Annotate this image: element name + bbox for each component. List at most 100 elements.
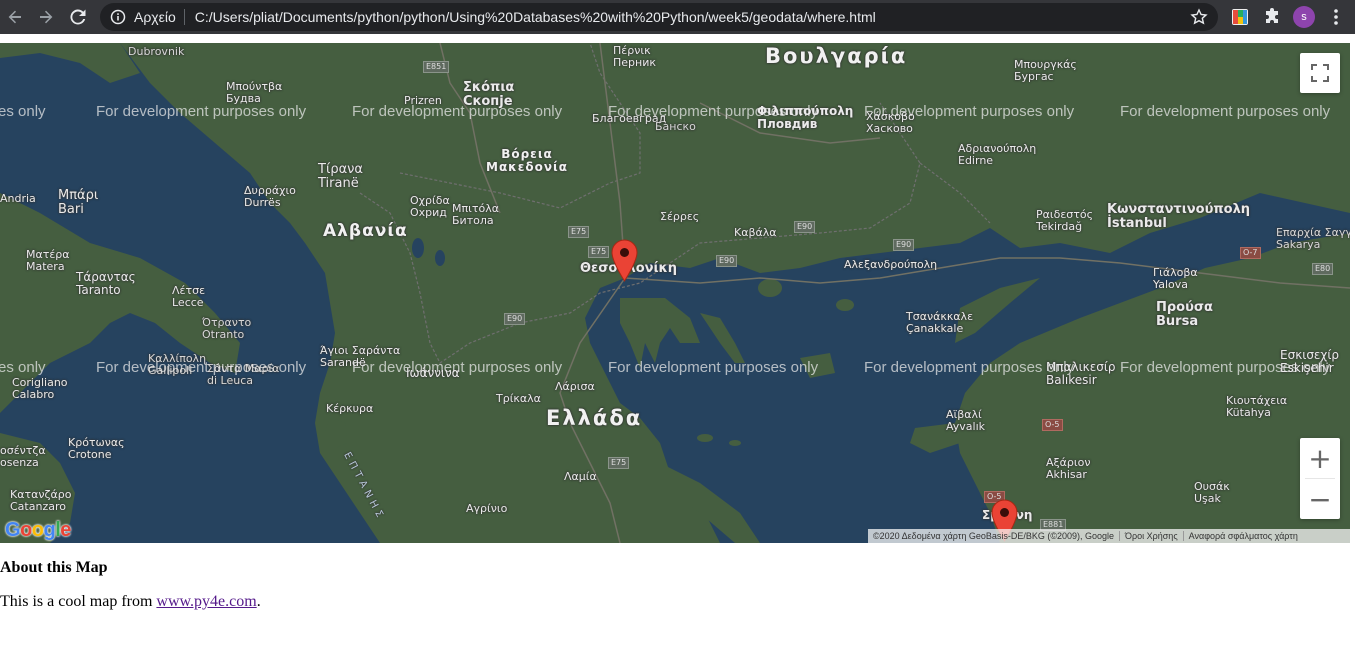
- map-attribution-bar: ©2020 Δεδομένα χάρτη GeoBasis-DE/BKG (©2…: [868, 529, 1350, 543]
- city-label-crotone: Κρότωνας Crotone: [68, 437, 125, 460]
- city-name-greek: Δυρράχιο: [244, 184, 296, 197]
- road-shield: E75: [568, 226, 590, 238]
- city-label-canakkale: Τσανάκκαλε Çanakkale: [906, 311, 973, 334]
- report-map-error-link[interactable]: Αναφορά σφάλματος χάρτη: [1184, 531, 1303, 541]
- dev-watermark: For development purposes only: [352, 103, 563, 120]
- city-name-local: Lecce: [172, 295, 204, 309]
- map-marker-pin-icon[interactable]: [611, 239, 638, 282]
- city-label-catanzaro: Κατανζάρο Catanzaro: [10, 489, 71, 512]
- city-name-greek: Σκόπια: [463, 80, 515, 95]
- city-label-corigliano: Corigliano Calabro: [12, 377, 68, 400]
- city-name-greek: Ότραντο: [202, 316, 252, 329]
- fullscreen-button[interactable]: [1300, 53, 1340, 93]
- zoom-in-button[interactable]: +: [1300, 438, 1340, 478]
- city-label-dubrovnik: Dubrovnik: [128, 45, 185, 58]
- city-name-greek: Μπάρι: [58, 188, 99, 203]
- city-label-lecce: Λέτσε Lecce: [172, 285, 205, 308]
- about-text-suffix: .: [256, 593, 261, 610]
- reload-button[interactable]: [63, 2, 93, 32]
- city-label-lamia: Λαμία: [564, 470, 597, 483]
- city-name-local: Yalova: [1153, 277, 1188, 291]
- city-label-ohrid: Οχρίδα Охрид: [410, 195, 450, 218]
- road-shield: E75: [588, 246, 610, 258]
- city-label-bursa: Προύσα Bursa: [1156, 301, 1213, 328]
- city-name-greek: Τίρανα: [318, 162, 363, 177]
- city-name-local: Otranto: [202, 327, 245, 341]
- city-name-greek: Επαρχία Σαγγάριου: [1276, 226, 1350, 239]
- city-label-yalova: Γιάλοβα Yalova: [1153, 267, 1198, 290]
- region-label-line1: Βόρεια: [501, 147, 553, 161]
- city-label-sakarya: Επαρχία ΣαγγάριουSakarya: [1276, 227, 1350, 250]
- city-name-local: Çanakkale: [906, 321, 964, 335]
- more-menu-icon[interactable]: [1328, 7, 1344, 27]
- road-shield: E90: [716, 255, 738, 267]
- road-shield: O-5: [1042, 419, 1063, 431]
- city-label-matera: Ματέρα Matera: [26, 249, 70, 272]
- city-label-akhisar: Αξάριον Akhisar: [1046, 457, 1091, 480]
- city-label-bari: Μπάρι Bari: [58, 189, 98, 216]
- city-name-greek: Μπιτόλα: [452, 202, 499, 215]
- dev-watermark: For development purposes only: [96, 359, 307, 376]
- address-bar[interactable]: Αρχείο C:/Users/pliat/Documents/python/p…: [100, 3, 1218, 31]
- city-name-local: Taranto: [76, 282, 121, 297]
- city-name-greek: Τσανάκκαλε: [906, 310, 974, 323]
- city-name-greek: Μπουργκάς: [1014, 58, 1077, 71]
- dev-watermark: For development purposes only: [1120, 359, 1331, 376]
- city-name-local: Catanzaro: [10, 499, 66, 513]
- city-label-andria: Andria: [0, 192, 36, 205]
- city-name-greek: Κατανζάρο: [10, 488, 72, 501]
- city-label-taranto: Τάραντας Taranto: [76, 271, 136, 296]
- file-scheme-label[interactable]: Αρχείο: [134, 9, 185, 25]
- city-name-greek: οσέντζα: [0, 444, 46, 457]
- city-label-trikala: Τρίκαλα: [496, 392, 541, 405]
- city-name-local: Akhisar: [1046, 467, 1087, 481]
- road-shield: E75: [608, 457, 630, 469]
- url-text[interactable]: C:/Users/pliat/Documents/python/python/U…: [195, 9, 876, 25]
- city-name-greek: Προύσα: [1156, 300, 1213, 315]
- city-label-kavala: Καβάλα: [734, 226, 777, 239]
- back-button[interactable]: [0, 2, 30, 32]
- extensions-puzzle-icon[interactable]: [1262, 7, 1282, 27]
- extension-colorful-icon[interactable]: [1230, 7, 1250, 27]
- fullscreen-icon: [1311, 64, 1329, 82]
- city-label-ayvalik: Αϊβαλί Ayvalık: [946, 409, 985, 432]
- reload-icon: [70, 9, 86, 25]
- road-shield: O-7: [1240, 247, 1261, 259]
- forward-button[interactable]: [31, 2, 61, 32]
- zoom-out-button[interactable]: −: [1300, 479, 1340, 519]
- city-name-local: Битола: [452, 213, 494, 227]
- country-label-albania: Αλβανία: [323, 221, 408, 241]
- terms-of-use-link[interactable]: Όροι Χρήσης: [1120, 531, 1183, 541]
- city-label-istanbul: Κωνσταντινούπολη İstanbul: [1107, 203, 1250, 230]
- browser-toolbar: Αρχείο C:/Users/pliat/Documents/python/p…: [0, 0, 1355, 34]
- country-label-greece: Ελλάδα: [546, 406, 643, 430]
- city-name-greek: Αϊβαλί: [946, 408, 982, 421]
- info-icon[interactable]: [110, 9, 126, 25]
- dev-watermark: For development purposes only: [1120, 103, 1331, 120]
- city-name-local: di Leuca: [207, 373, 253, 387]
- city-name-local: Uşak: [1194, 491, 1221, 505]
- city-label-edirne: Αδριανούπολη Edirne: [958, 143, 1036, 166]
- city-name-local: Sakarya: [1276, 237, 1321, 251]
- city-name-local: Tiranë: [318, 175, 359, 191]
- city-name-local: Перник: [613, 55, 657, 69]
- google-logo[interactable]: Google: [5, 519, 71, 542]
- dev-watermark: For development purposes only: [352, 359, 563, 376]
- about-paragraph: This is a cool map from www.py4e.com.: [0, 593, 261, 611]
- city-name-local: Matera: [26, 259, 65, 273]
- city-label-tirana: Τίρανα Tiranë: [318, 163, 363, 190]
- country-label-bulgaria: Βουλγαρία: [765, 44, 908, 68]
- google-map[interactable]: Βουλγαρία Αλβανία Ελλάδα Βόρεια Μακεδονί…: [0, 43, 1350, 543]
- road-shield: E80: [1312, 263, 1334, 275]
- city-name-line1: Corigliano: [12, 376, 68, 389]
- dev-watermark: For development purposes only: [96, 103, 307, 120]
- bookmark-star-icon[interactable]: [1190, 8, 1208, 26]
- profile-avatar[interactable]: s: [1293, 6, 1315, 28]
- city-label-serres: Σέρρες: [660, 210, 700, 223]
- city-label-bansko: Банско: [655, 120, 696, 133]
- city-name-greek: Ουσάκ: [1194, 480, 1230, 493]
- city-name-greek: Αδριανούπολη: [958, 142, 1037, 155]
- city-name-local: Durrës: [244, 195, 281, 209]
- city-name-greek: Οχρίδα: [410, 194, 450, 207]
- py4e-link[interactable]: www.py4e.com: [156, 593, 256, 610]
